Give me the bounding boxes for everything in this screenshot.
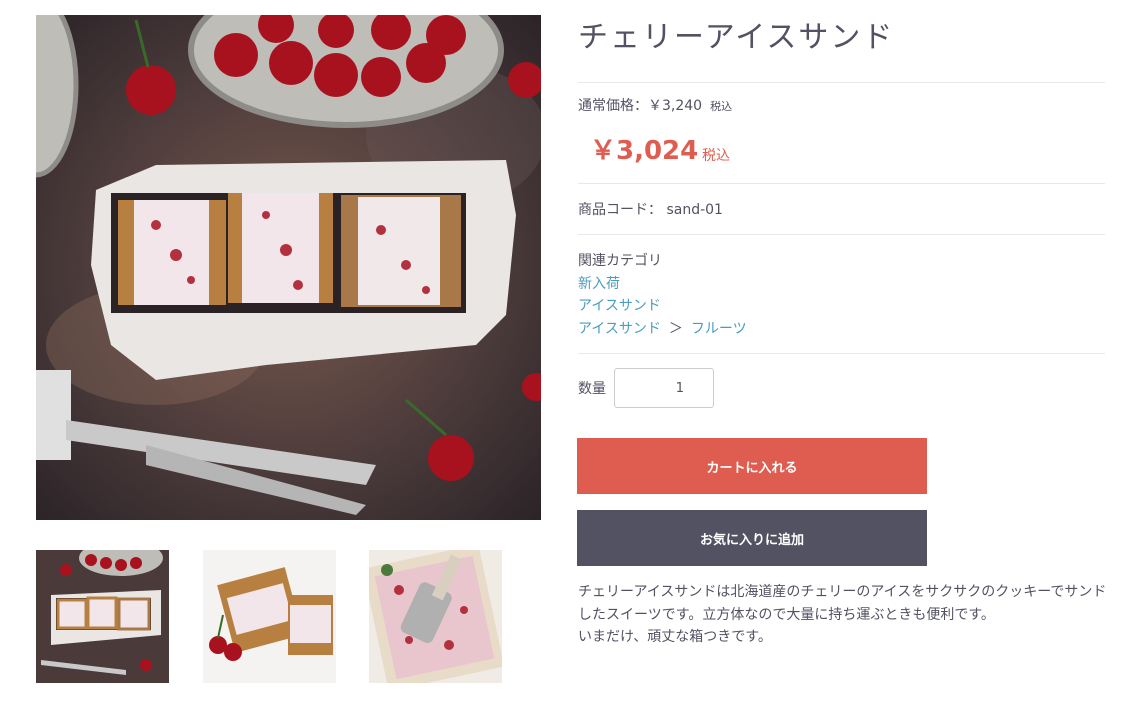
divider [578,82,1105,83]
normal-price-label: 通常価格：￥3,240 [578,98,703,114]
quantity-label: 数量 [578,381,606,397]
category-heading: 関連カテゴリ [578,253,662,269]
category-link-ice-sand-parent[interactable]: アイスサンド [578,321,661,337]
product-code-label: 商品コード： [578,202,662,218]
category-breadcrumb: アイスサンド ＞ フルーツ [578,318,747,338]
add-to-cart-button[interactable]: カートに入れる [577,438,927,494]
product-description: チェリーアイスサンドは北海道産のチェリーのアイスをサクサクのクッキーでサンドした… [578,584,1107,645]
main-product-image [36,15,541,520]
breadcrumb-separator: ＞ [668,321,683,337]
product-code: 商品コード： sand-01 [578,199,723,219]
normal-price-tax: 税込 [710,100,733,113]
sale-price: ￥3,024 [590,136,699,166]
product-code-value: sand-01 [666,202,723,218]
divider [578,353,1105,354]
thumbnail-2[interactable] [203,550,336,683]
divider [578,183,1105,184]
quantity-input[interactable] [614,368,714,408]
divider [578,234,1105,235]
product-title: チェリーアイスサンド [578,20,895,55]
add-to-favorites-button[interactable]: お気に入りに追加 [577,510,927,566]
category-link-ice-sand[interactable]: アイスサンド [578,295,661,315]
thumbnail-3[interactable] [369,550,502,683]
category-link-fruits[interactable]: フルーツ [691,321,747,337]
category-link-new[interactable]: 新入荷 [578,273,620,293]
sale-price-tax: 税込 [702,148,730,164]
thumbnail-1[interactable] [36,550,169,683]
normal-price: 通常価格：￥3,240 税込 [578,95,732,115]
